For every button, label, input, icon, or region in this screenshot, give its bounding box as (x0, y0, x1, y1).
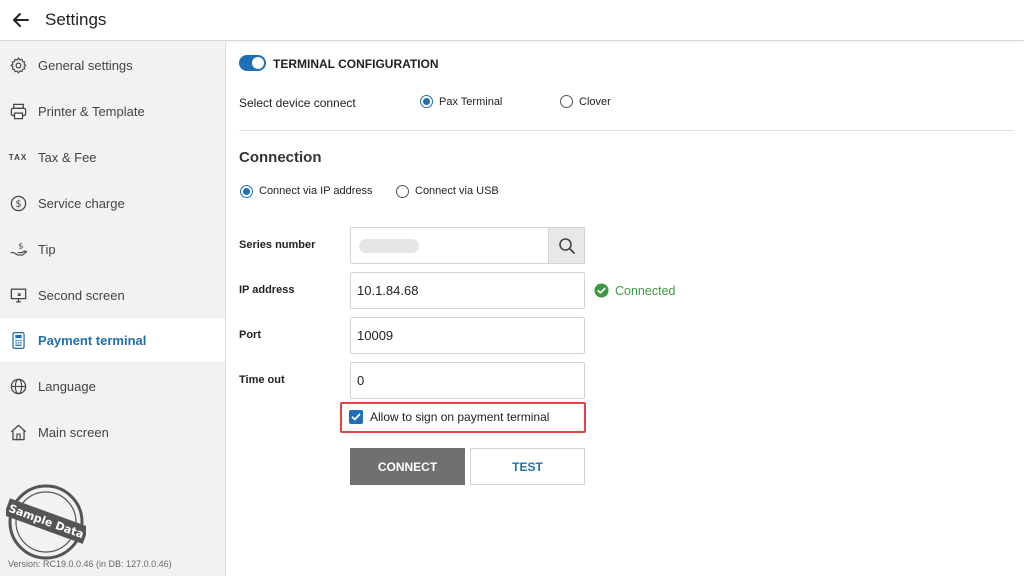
sidebar: General settings Printer & Template TAX … (0, 42, 226, 576)
ip-address-label: IP address (239, 284, 295, 296)
ip-address-input[interactable]: 10.1.84.68 (350, 272, 585, 309)
tax-icon: TAX (8, 152, 28, 162)
check-circle-icon (594, 283, 609, 298)
app-header: Settings (0, 0, 1024, 41)
terminal-config-title: TERMINAL CONFIGURATION (273, 57, 439, 71)
radio-connect-usb[interactable] (396, 185, 409, 198)
sidebar-item-label: Payment terminal (38, 332, 147, 348)
sidebar-item-label: Service charge (38, 195, 125, 211)
sidebar-item-tip[interactable]: $ Tip (0, 227, 225, 271)
connect-button[interactable]: CONNECT (350, 448, 465, 485)
connection-status: Connected (594, 283, 675, 298)
port-input[interactable]: 10009 (350, 317, 585, 354)
device-connect-label: Select device connect (239, 96, 356, 110)
home-icon (8, 422, 28, 442)
timeout-label: Time out (239, 374, 285, 386)
allow-sign-checkbox[interactable] (349, 410, 363, 424)
printer-icon (8, 101, 28, 121)
connection-title: Connection (239, 149, 322, 166)
connection-status-text: Connected (615, 283, 676, 298)
sidebar-item-label: General settings (38, 57, 133, 73)
dollar-circle-icon: $ (8, 193, 28, 213)
ip-address-value: 10.1.84.68 (357, 283, 419, 298)
sidebar-item-printer-template[interactable]: Printer & Template (0, 89, 225, 133)
terminal-config-toggle[interactable] (239, 55, 266, 71)
sidebar-item-label: Main screen (38, 424, 109, 440)
radio-clover-label: Clover (579, 96, 611, 108)
allow-sign-highlight: Allow to sign on payment terminal (340, 402, 586, 433)
hand-dollar-icon: $ (8, 239, 28, 259)
sidebar-item-tax-fee[interactable]: TAX Tax & Fee (0, 135, 225, 179)
divider (239, 130, 1014, 131)
sidebar-item-label: Tip (38, 241, 56, 257)
radio-connect-usb-label: Connect via USB (415, 185, 499, 197)
sidebar-item-language[interactable]: Language (0, 364, 225, 408)
port-label: Port (239, 329, 261, 341)
radio-pax-terminal[interactable] (420, 95, 433, 108)
radio-connect-ip[interactable] (240, 185, 253, 198)
sidebar-item-label: Second screen (38, 287, 125, 303)
sidebar-item-label: Tax & Fee (38, 149, 97, 165)
svg-text:$: $ (18, 241, 23, 250)
monitor-icon (8, 285, 28, 305)
toggle-knob (252, 57, 264, 69)
sidebar-item-main-screen[interactable]: Main screen (0, 410, 225, 454)
sidebar-item-label: Printer & Template (38, 103, 145, 119)
sidebar-item-label: Language (38, 378, 96, 394)
page-title: Settings (45, 10, 107, 29)
radio-pax-terminal-label: Pax Terminal (439, 96, 503, 108)
checkmark-icon (351, 413, 361, 421)
back-arrow-icon[interactable] (10, 9, 32, 31)
timeout-value: 0 (357, 373, 365, 388)
series-number-input[interactable] (350, 227, 550, 264)
port-value: 10009 (357, 328, 394, 343)
main-content: TERMINAL CONFIGURATION Select device con… (226, 42, 1024, 576)
sidebar-item-second-screen[interactable]: Second screen (0, 273, 225, 317)
series-number-label: Series number (239, 239, 316, 251)
sidebar-item-payment-terminal[interactable]: Payment terminal (0, 318, 225, 362)
terminal-icon (8, 330, 28, 350)
test-button[interactable]: TEST (470, 448, 585, 485)
gear-icon (8, 55, 28, 75)
sample-data-stamp: Sample Data (3, 482, 89, 562)
globe-icon (8, 376, 28, 396)
radio-connect-ip-label: Connect via IP address (259, 185, 373, 197)
sidebar-item-general-settings[interactable]: General settings (0, 43, 225, 87)
version-text: Version: RC19.0.0.46 (in DB: 127.0.0.46) (8, 559, 172, 569)
radio-clover[interactable] (560, 95, 573, 108)
timeout-input[interactable]: 0 (350, 362, 585, 399)
sidebar-item-service-charge[interactable]: $ Service charge (0, 181, 225, 225)
search-icon (558, 237, 575, 254)
svg-text:$: $ (15, 199, 21, 210)
redacted-value (359, 238, 419, 253)
allow-sign-label: Allow to sign on payment terminal (370, 410, 550, 424)
search-button[interactable] (548, 227, 585, 264)
